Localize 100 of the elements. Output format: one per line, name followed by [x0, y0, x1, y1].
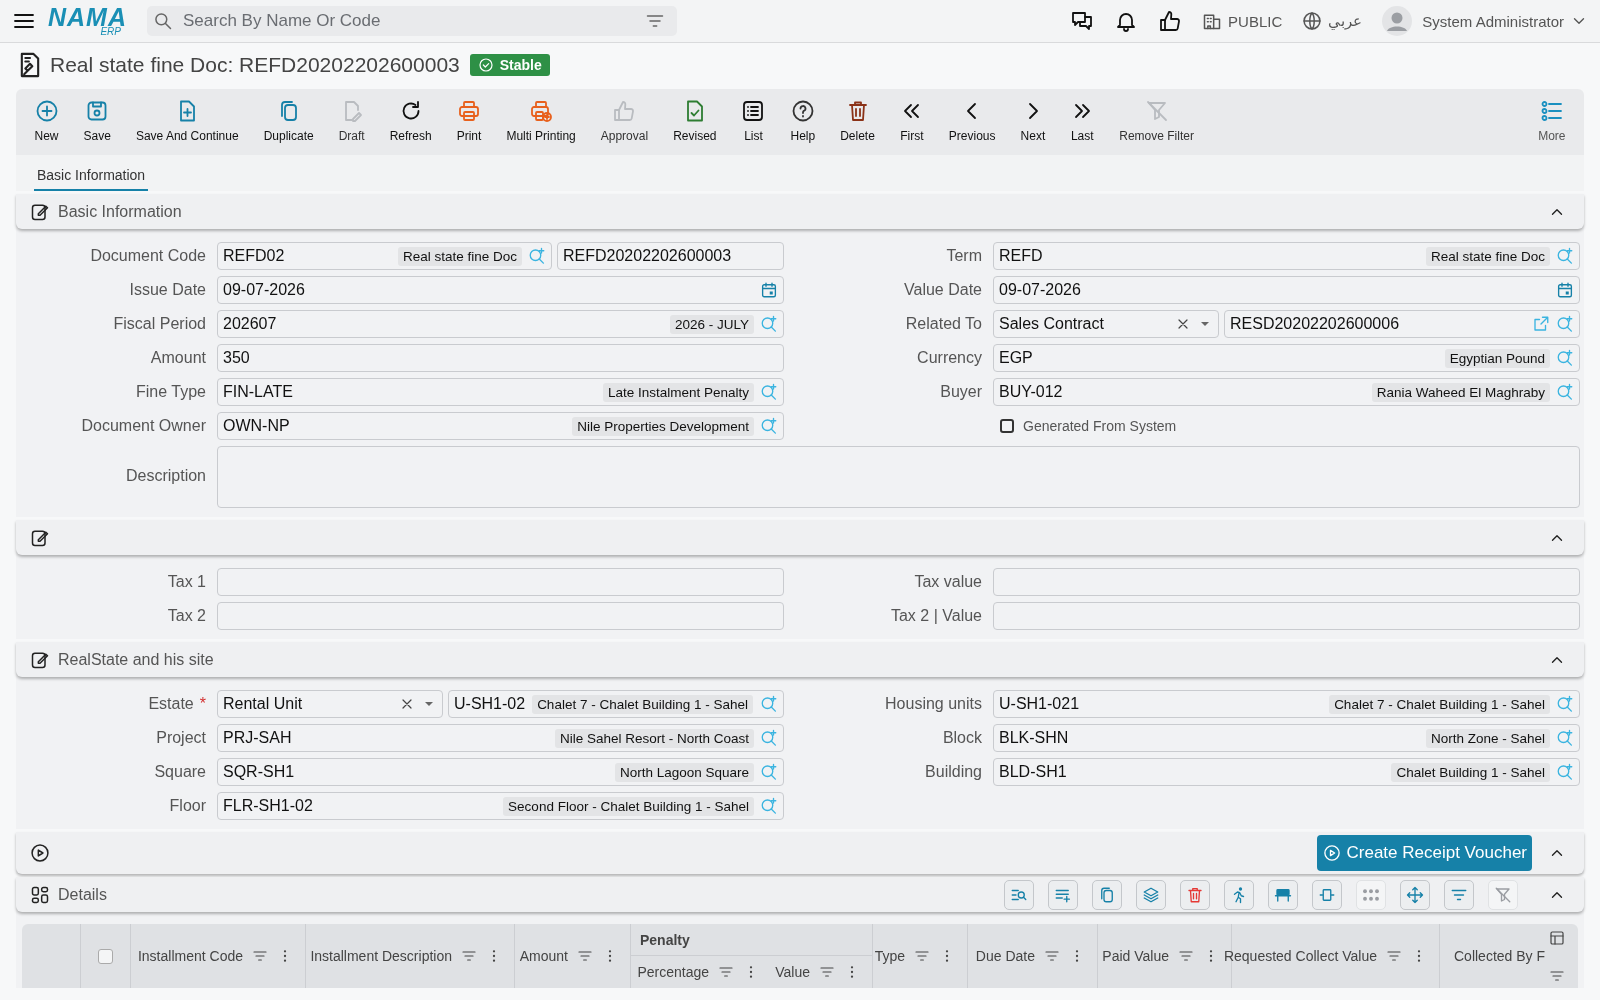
lookup-field[interactable]: PRJ-SAH Nile Sahel Resort - North Coast [217, 724, 784, 752]
column-header[interactable]: Percentage [637, 964, 709, 980]
toolbar-button[interactable]: Multi Printing [493, 97, 589, 145]
column-header[interactable]: Amount [519, 948, 568, 964]
column-header[interactable]: Installment Description [310, 948, 452, 964]
filter-icon[interactable] [819, 964, 835, 980]
search-plus-icon[interactable] [760, 729, 778, 747]
search-plus-icon[interactable] [1556, 763, 1574, 781]
section-header[interactable]: RealState and his site [16, 642, 1584, 677]
filter-icon[interactable] [1044, 948, 1060, 964]
grid-tool-button[interactable] [1268, 879, 1298, 910]
select-all-checkbox[interactable] [98, 948, 113, 964]
input-field[interactable] [993, 602, 1580, 630]
toolbar-button[interactable]: First [887, 97, 937, 145]
lookup-field[interactable]: BUY-012 Rania Waheed El Maghraby [993, 378, 1580, 406]
user-name[interactable]: System Administrator [1422, 12, 1564, 30]
grid-tool-button[interactable] [1092, 879, 1122, 910]
grid-tool-button[interactable] [1180, 879, 1210, 910]
grid-tool-button[interactable] [1400, 879, 1430, 910]
tab[interactable]: Basic Information [34, 167, 149, 191]
search-plus-icon[interactable] [760, 695, 778, 713]
filter-icon[interactable] [252, 948, 268, 964]
search-plus-icon[interactable] [760, 763, 778, 781]
calendar-icon[interactable] [760, 281, 778, 299]
input-field[interactable] [993, 568, 1580, 596]
external-link-icon[interactable] [1532, 315, 1550, 333]
lookup-field[interactable]: 202607 2026 - JULY [217, 310, 784, 338]
grid-tool-button[interactable] [1444, 879, 1474, 910]
lookup-field[interactable]: REFD02 Real state fine Doc [217, 242, 552, 270]
input-field[interactable]: 350 [217, 344, 784, 372]
lookup-field[interactable]: FIN-LATE Late Instalment Penalty [217, 378, 784, 406]
search-plus-icon[interactable] [1556, 383, 1574, 401]
grid-tool-button[interactable] [1136, 879, 1166, 910]
toolbar-button[interactable]: Save [71, 97, 124, 145]
search-plus-icon[interactable] [760, 417, 778, 435]
search-plus-icon[interactable] [1556, 247, 1574, 265]
column-header[interactable]: Type [874, 948, 905, 964]
column-header[interactable]: Collected By F [1454, 948, 1546, 964]
column-header[interactable]: Due Date [975, 948, 1035, 964]
lookup-field[interactable]: EGP Egyptian Pound [993, 344, 1580, 372]
input-field[interactable]: REFD20202202600003 [557, 242, 784, 270]
language-link[interactable]: عربي [1328, 12, 1363, 30]
filter-icon[interactable] [577, 948, 593, 964]
toolbar-button[interactable]: List [729, 97, 778, 145]
column-header[interactable]: Value [775, 964, 810, 980]
thumbs-up-icon[interactable] [1158, 9, 1183, 33]
search-plus-icon[interactable] [1556, 695, 1574, 713]
search-plus-icon[interactable] [760, 797, 778, 815]
search-plus-icon[interactable] [528, 247, 546, 265]
lookup-field[interactable]: BLK-SHN North Zone - Sahel [993, 724, 1580, 752]
calendar-icon[interactable] [1556, 281, 1574, 299]
toolbar-button[interactable]: Previous [936, 97, 1009, 145]
filter-icon[interactable] [1178, 948, 1194, 964]
lookup-field[interactable]: U-SH1-021 Chalet 7 - Chalet Building 1 - Sahel [993, 690, 1580, 718]
company-name[interactable]: PUBLIC [1228, 12, 1283, 30]
select-field[interactable]: Rental Unit [217, 690, 443, 718]
lookup-field[interactable]: U-SH1-02 Chalet 7 - Chalet Building 1 - Sahel [448, 690, 784, 718]
toolbar-button[interactable]: Help [778, 97, 828, 145]
column-header[interactable]: Installment Code [137, 948, 243, 964]
toolbar-button[interactable]: Print [444, 97, 494, 145]
search-plus-icon[interactable] [760, 383, 778, 401]
filter-icon[interactable] [1386, 948, 1402, 964]
input-field[interactable] [217, 568, 784, 596]
toolbar-button[interactable]: Save And Continue [123, 97, 252, 145]
grid-tool-button[interactable] [1004, 879, 1034, 910]
filter-icon[interactable] [718, 964, 734, 980]
section-header[interactable]: Details [16, 877, 1584, 912]
toolbar-button[interactable]: Revised [660, 97, 729, 145]
column-header[interactable]: Requested Collect Value [1223, 948, 1377, 964]
lookup-field[interactable]: REFD Real state fine Doc [993, 242, 1580, 270]
filter-icon[interactable] [914, 948, 930, 964]
search-plus-icon[interactable] [1556, 315, 1574, 333]
date-field[interactable]: 09-07-2026 [993, 276, 1580, 304]
grid-tool-button[interactable] [1312, 879, 1342, 910]
select-field[interactable]: Sales Contract [993, 310, 1219, 338]
filter-icon[interactable] [461, 948, 477, 964]
lookup-field[interactable]: OWN-NP Nile Properties Development [217, 412, 784, 440]
more-button[interactable]: More [1525, 97, 1578, 145]
chat-icon[interactable] [1070, 9, 1095, 33]
grid-tool-button[interactable] [1224, 879, 1254, 910]
create-receipt-voucher-button[interactable]: Create Receipt Voucher [1316, 835, 1532, 871]
column-header[interactable]: Paid Value [1102, 948, 1169, 964]
section-header[interactable]: Basic Information [16, 194, 1584, 229]
toolbar-button[interactable]: Duplicate [251, 97, 327, 145]
lookup-field[interactable]: BLD-SH1 Chalet Building 1 - Sahel [993, 758, 1580, 786]
search-plus-icon[interactable] [760, 315, 778, 333]
toolbar-button[interactable]: Next [1008, 97, 1058, 145]
search-field[interactable]: Search By Name Or Code [181, 10, 637, 32]
date-field[interactable]: 09-07-2026 [217, 276, 784, 304]
toolbar-button[interactable]: Refresh [377, 97, 445, 145]
search-plus-icon[interactable] [1556, 729, 1574, 747]
lookup-field[interactable]: RESD20202202600006 [1224, 310, 1580, 338]
lookup-field[interactable]: FLR-SH1-02 Second Floor - Chalet Building 1 - Sahel [217, 792, 784, 820]
input-field[interactable] [217, 602, 784, 630]
toolbar-button[interactable]: New [22, 97, 71, 145]
toolbar-button[interactable]: Delete [827, 97, 888, 145]
search-bar[interactable]: Search By Name Or Code [147, 6, 677, 36]
filter-icon[interactable] [1549, 968, 1565, 984]
search-plus-icon[interactable] [1556, 349, 1574, 367]
toolbar-button[interactable]: Last [1057, 97, 1107, 145]
